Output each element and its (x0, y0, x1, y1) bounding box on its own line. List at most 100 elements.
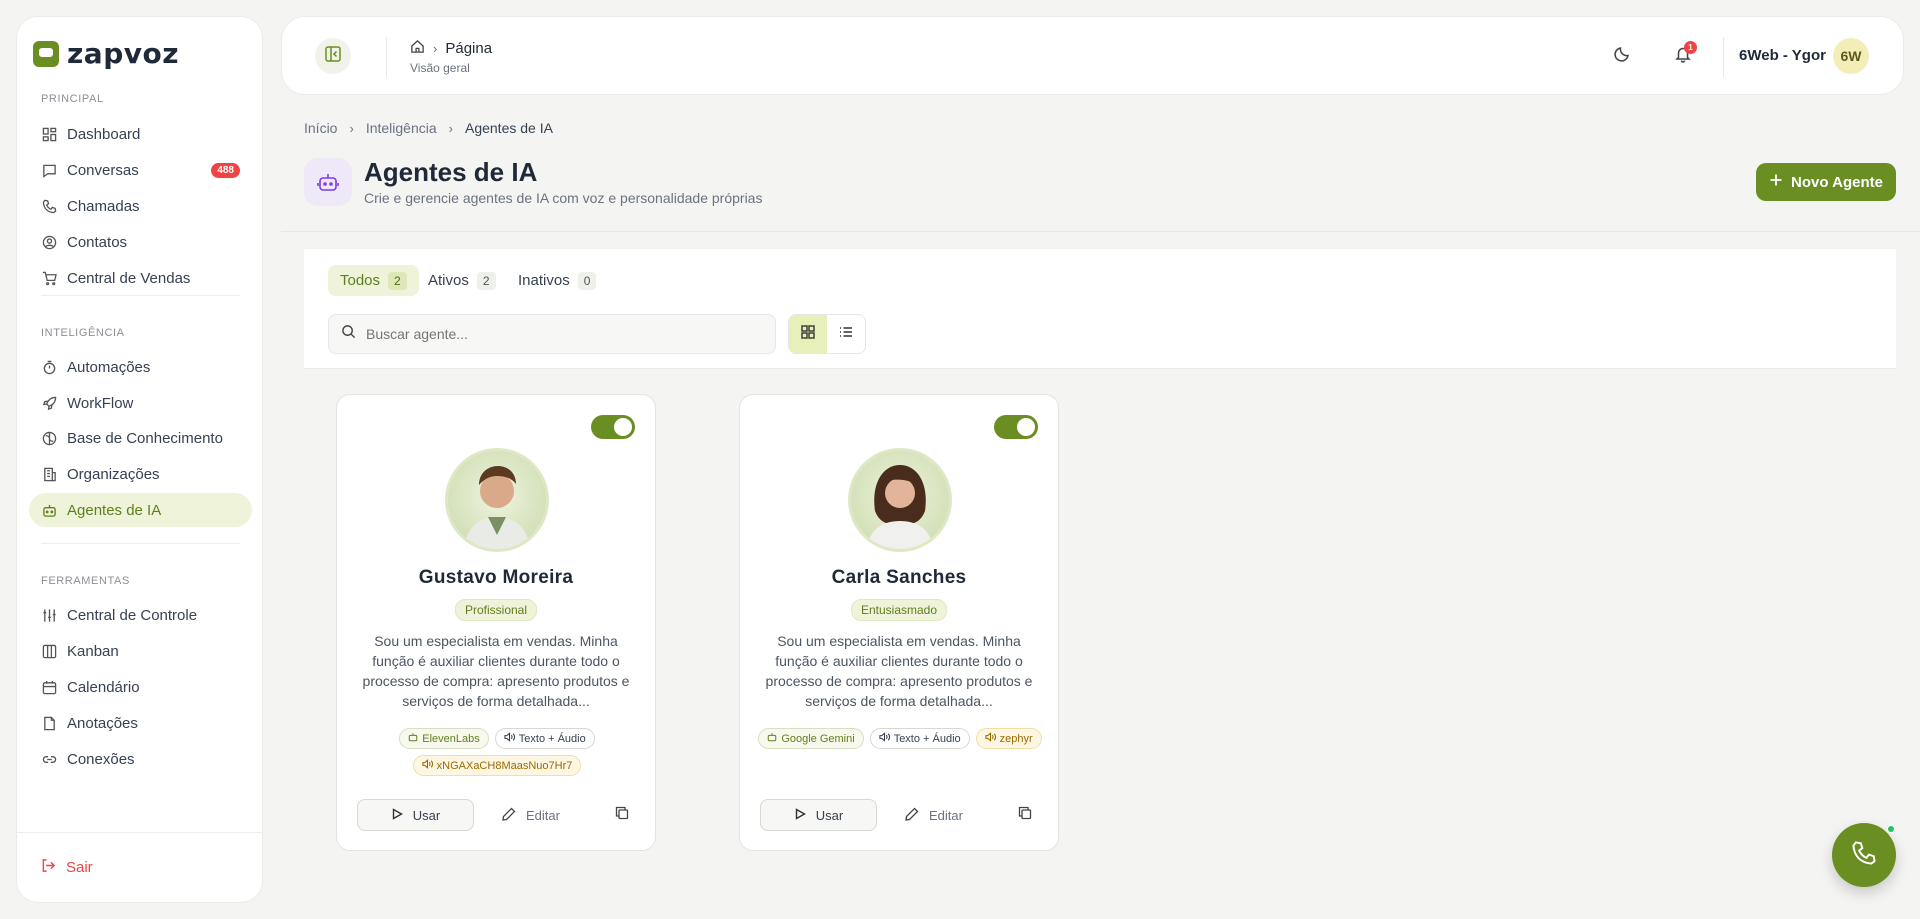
duplicate-agent-button[interactable] (615, 806, 629, 825)
play-icon (391, 807, 403, 823)
page-title: Agentes de IA (364, 157, 538, 187)
sidebar-divider (41, 295, 240, 296)
section-inteligencia: INTELIGÊNCIA (41, 327, 125, 339)
tab-todos[interactable]: Todos 2 (328, 265, 419, 296)
plus-icon (1769, 173, 1783, 191)
sidebar-item-central-controle[interactable]: Central de Controle (29, 598, 252, 632)
sidebar-item-base-conhecimento[interactable]: Base de Conhecimento (29, 421, 252, 455)
duplicate-agent-button[interactable] (1018, 806, 1032, 825)
edit-agent-button[interactable]: Editar (502, 807, 560, 824)
kanban-icon (41, 643, 57, 659)
logo-icon (33, 40, 59, 67)
note-icon (41, 715, 57, 731)
agent-name: Gustavo Moreira (418, 567, 574, 588)
copy-icon (615, 806, 629, 824)
notifications-button[interactable]: 1 (1670, 41, 1697, 69)
sidebar-item-chamadas[interactable]: Chamadas (29, 189, 252, 223)
agent-active-toggle[interactable] (591, 415, 635, 439)
breadcrumb-item[interactable]: Início (304, 120, 337, 136)
chevron-right-icon: › (448, 120, 453, 136)
agent-actions: Usar Editar (357, 799, 637, 831)
agent-actions: Usar Editar (760, 799, 1040, 831)
list-view-button[interactable] (827, 315, 865, 353)
sidebar-item-dashboard[interactable]: Dashboard (29, 117, 252, 151)
sidebar-item-agentes-ia[interactable]: Agentes de IA (29, 493, 252, 527)
bot-icon (767, 732, 777, 745)
tab-label: Todos (340, 272, 381, 289)
use-agent-button[interactable]: Usar (760, 799, 877, 831)
breadcrumb-item[interactable]: Inteligência (366, 120, 437, 136)
sidebar-item-conversas[interactable]: Conversas 488 (29, 153, 252, 187)
call-button[interactable] (1832, 823, 1896, 887)
edit-label: Editar (526, 807, 560, 823)
sidebar-item-label: Contatos (67, 233, 128, 251)
sidebar-item-label: WorkFlow (67, 394, 134, 412)
brand-name: zapvoz (67, 37, 180, 70)
list-icon (839, 325, 853, 344)
sidebar-item-label: Agentes de IA (67, 501, 162, 519)
search-input[interactable] (366, 326, 766, 342)
sidebar-item-automacoes[interactable]: Automações (29, 350, 252, 384)
brand-logo[interactable]: zapvoz (33, 37, 179, 70)
sidebar-item-conexoes[interactable]: Conexões (29, 742, 252, 776)
sidebar-item-label: Conversas (67, 161, 139, 179)
logout-label: Sair (66, 858, 93, 876)
sidebar-item-workflow[interactable]: WorkFlow (29, 386, 252, 420)
new-agent-button[interactable]: Novo Agente (1756, 163, 1896, 201)
use-label: Usar (412, 807, 441, 823)
filter-panel: Todos 2 Ativos 2 Inativos 0 (304, 249, 1896, 369)
play-icon (794, 807, 806, 823)
tab-ativos[interactable]: Ativos 2 (416, 265, 508, 296)
sidebar-item-label: Chamadas (67, 197, 140, 215)
header-page-label: Página (445, 40, 493, 57)
audio-icon (422, 759, 433, 772)
sidebar-toggle-button[interactable] (315, 38, 351, 74)
section-divider (281, 231, 1920, 232)
logout-button[interactable]: Sair (29, 850, 252, 884)
grid-view-button[interactable] (789, 315, 827, 353)
header-page-sub: Visão geral (410, 61, 470, 75)
sidebar-item-label: Organizações (67, 465, 160, 483)
agent-avatar (848, 448, 952, 552)
theme-toggle-button[interactable] (1609, 43, 1635, 69)
sidebar-item-contatos[interactable]: Contatos (29, 225, 252, 259)
tab-label: Inativos (518, 272, 570, 289)
sidebar-item-kanban[interactable]: Kanban (29, 634, 252, 668)
home-icon[interactable] (410, 39, 425, 58)
audio-icon (504, 732, 515, 745)
bot-icon (408, 732, 418, 745)
tab-inativos[interactable]: Inativos 0 (506, 265, 608, 296)
use-agent-button[interactable]: Usar (357, 799, 474, 831)
agent-active-toggle[interactable] (994, 415, 1038, 439)
sidebar-item-calendario[interactable]: Calendário (29, 670, 252, 704)
edit-agent-button[interactable]: Editar (905, 807, 963, 824)
sidebar-item-label: Base de Conhecimento (67, 429, 223, 447)
sidebar-item-organizacoes[interactable]: Organizações (29, 457, 252, 491)
brain-icon (41, 430, 57, 446)
header-breadcrumb: › Página (410, 39, 492, 58)
breadcrumb-current: Agentes de IA (464, 120, 553, 136)
search-box (328, 314, 776, 354)
timer-icon (41, 359, 57, 375)
sidebar-item-anotacoes[interactable]: Anotações (29, 706, 252, 740)
persona-badge: Entusiasmado (850, 599, 948, 621)
sidebar-item-label: Dashboard (67, 125, 141, 143)
mode-label: Texto + Áudio (518, 732, 586, 745)
agent-tags: ElevenLabs Texto + Áudio xNGAXaCH8MaasNu… (347, 728, 647, 776)
sidebar-item-label: Calendário (67, 678, 140, 696)
user-name[interactable]: 6Web - Ygor (1739, 47, 1826, 64)
sidebar-item-label: Anotações (67, 714, 138, 732)
contact-icon (41, 234, 57, 250)
mode-label: Texto + Áudio (893, 732, 961, 745)
sidebar-divider (17, 832, 262, 833)
sidebar-item-central-vendas[interactable]: Central de Vendas (29, 261, 252, 295)
breadcrumb: Início › Inteligência › Agentes de IA (304, 120, 553, 136)
agent-name: Carla Sanches (831, 567, 967, 588)
sidebar-divider (41, 543, 240, 544)
logout-icon (41, 858, 56, 877)
sidebar-item-label: Kanban (67, 642, 119, 660)
agent-tags: Google Gemini Texto + Áudio zephyr (750, 728, 1050, 749)
pencil-icon (905, 807, 919, 824)
building-icon (41, 466, 57, 482)
avatar[interactable]: 6W (1833, 38, 1869, 74)
